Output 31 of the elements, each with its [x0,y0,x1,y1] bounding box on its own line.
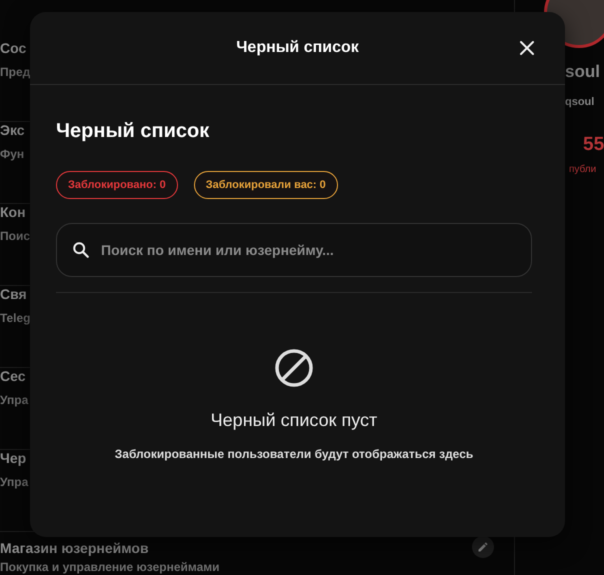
stat-label: публи [569,164,596,175]
setting-title: Сес [0,368,26,384]
search-icon [72,241,90,259]
empty-title: Черный список пуст [210,410,378,431]
empty-message: Заблокированные пользователи будут отображаться здесь [114,447,474,461]
close-button[interactable] [519,40,535,56]
setting-subtitle: Упра [0,475,28,489]
blocked-icon [274,348,314,388]
setting-title: Свя [0,286,27,302]
setting-subtitle: Пред [0,65,30,79]
setting-title: Сос [0,40,26,56]
profile-name: soul [565,62,600,82]
username-label: qsoul [565,96,594,108]
close-icon [519,40,535,56]
section-heading: Черный список [56,120,210,143]
setting-title: Чер [0,450,26,466]
edit-button[interactable] [472,536,494,558]
search-field[interactable]: Поиск по имени или юзернейму... [56,223,532,277]
count-badge: Заблокировали вас: 0 [194,171,338,199]
stat-value: 55 [583,134,604,156]
setting-subtitle: Teleg [0,311,30,325]
setting-title: Кон [0,204,26,220]
setting-subtitle: Фун [0,147,24,161]
pencil-icon [477,541,489,553]
setting-subtitle: Поис [0,229,30,243]
setting-title: Магазин юзернеймов [0,540,149,556]
count-badge: Заблокировано: 0 [56,171,178,199]
setting-title: Экс [0,122,25,138]
dialog-title: Черный список [236,39,359,57]
setting-subtitle: Покупка и управление юзернеймами [0,560,220,574]
setting-subtitle: Упра [0,393,28,407]
